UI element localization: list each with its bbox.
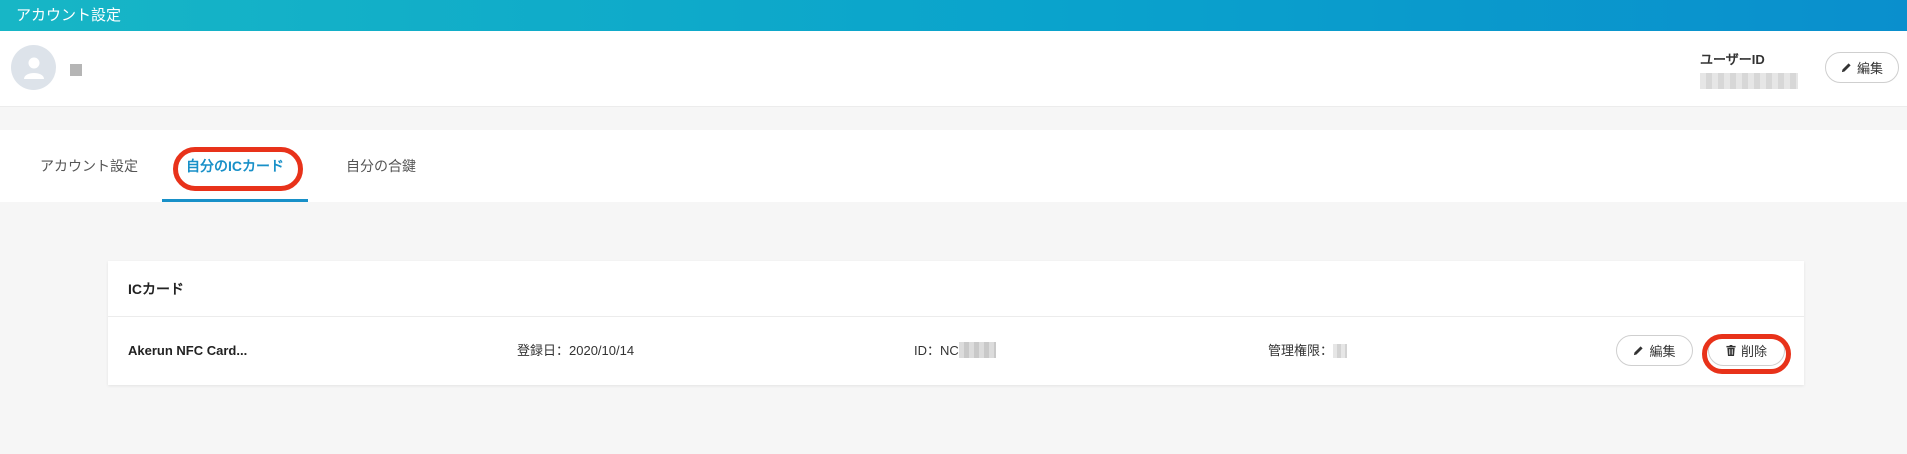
ic-card-row: Akerun NFC Card... 登録日：2020/10/14 ID：NC …	[108, 317, 1804, 385]
user-avatar-icon	[11, 45, 56, 90]
app-title-bar: アカウント設定	[0, 0, 1907, 31]
card-permission-redacted	[1333, 344, 1348, 358]
pencil-icon	[1841, 63, 1851, 73]
card-delete-button[interactable]: 削除	[1708, 335, 1785, 366]
profile-edit-button[interactable]: 編集	[1825, 52, 1899, 83]
trash-icon	[1726, 345, 1736, 356]
active-tab-indicator	[162, 199, 308, 202]
card-id-text: ID：NC	[914, 343, 959, 358]
card-name: Akerun NFC Card...	[128, 343, 248, 358]
card-delete-label: 削除	[1740, 344, 1767, 359]
username-redacted	[70, 64, 82, 76]
pencil-icon	[1634, 346, 1644, 356]
ic-card-panel-title: ICカード	[108, 261, 1804, 317]
tab-my-shared-keys[interactable]: 自分の合鍵	[340, 130, 422, 202]
card-registered-date: 登録日：2020/10/14	[517, 343, 635, 358]
profile-edit-label: 編集	[1856, 61, 1883, 76]
tab-my-ic-cards[interactable]: 自分のICカード	[162, 130, 308, 202]
app-title: アカウント設定	[16, 7, 122, 24]
tab-bar: アカウント設定 自分のICカード 自分の合鍵	[0, 130, 1907, 202]
tab-account-settings[interactable]: アカウント設定	[36, 130, 142, 202]
card-permission-label: 管理権限：	[1268, 343, 1334, 358]
card-id-redacted	[958, 342, 996, 358]
card-id: ID：NC	[914, 317, 996, 385]
profile-header: ユーザーID 編集	[0, 31, 1907, 107]
user-id-value-redacted	[1700, 73, 1798, 89]
user-id-label: ユーザーID	[1700, 52, 1765, 67]
ic-card-panel: ICカード Akerun NFC Card... 登録日：2020/10/14 …	[108, 261, 1804, 385]
card-edit-button[interactable]: 編集	[1616, 335, 1693, 366]
card-edit-label: 編集	[1649, 344, 1676, 359]
card-permission: 管理権限：	[1268, 317, 1348, 385]
